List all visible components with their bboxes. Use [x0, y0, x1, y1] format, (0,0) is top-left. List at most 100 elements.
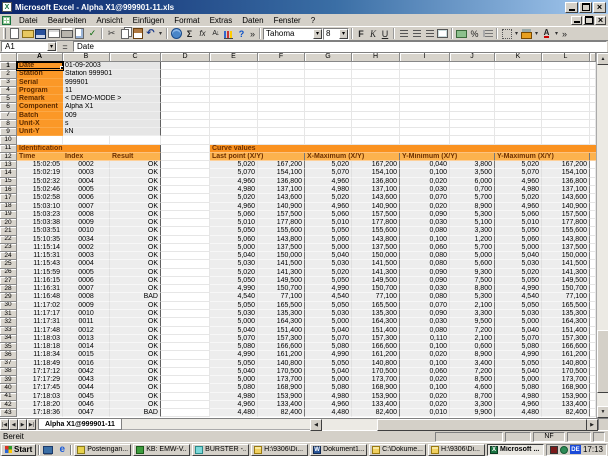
cell-I15[interactable]: 0,020 — [400, 178, 450, 186]
cell-F42[interactable]: 133,400 — [258, 401, 305, 409]
cell-J10[interactable] — [450, 136, 495, 144]
cell-A10[interactable] — [17, 136, 63, 144]
cell-D4[interactable] — [161, 87, 210, 95]
cell-C32[interactable]: OK — [110, 318, 161, 326]
cell-I41[interactable]: 0,020 — [400, 393, 450, 401]
cell-B40[interactable]: 0044 — [63, 384, 110, 392]
cell-H23[interactable]: 137,500 — [352, 244, 400, 252]
cell-F37[interactable]: 140,800 — [258, 360, 305, 368]
doc-restore-button[interactable] — [583, 16, 594, 25]
cell-G22[interactable]: 5,060 — [305, 236, 352, 244]
cell-F31[interactable]: 135,300 — [258, 310, 305, 318]
cell-G3[interactable] — [305, 79, 352, 87]
cell-J43[interactable]: 9,900 — [450, 409, 495, 417]
cell-D37[interactable] — [161, 360, 210, 368]
cell-D31[interactable] — [161, 310, 210, 318]
cell-D7[interactable] — [161, 112, 210, 120]
cell-E17[interactable]: 5,020 — [210, 194, 258, 202]
font-name-select[interactable]: Tahoma ▾ — [263, 28, 323, 40]
cell-H8[interactable] — [352, 120, 400, 128]
cell-E34[interactable]: 5,070 — [210, 335, 258, 343]
cell-H9[interactable] — [352, 128, 400, 136]
cell-L32[interactable]: 164,300 — [542, 318, 590, 326]
cell-B25[interactable]: 0004 — [63, 260, 110, 268]
cell-L36[interactable]: 161,200 — [542, 351, 590, 359]
cell-F14[interactable]: 154,100 — [258, 169, 305, 177]
cell-B10[interactable] — [63, 136, 110, 144]
align-left-icon[interactable] — [397, 27, 410, 40]
row-header-28[interactable]: 28 — [0, 285, 17, 293]
cell-B2[interactable]: Station 999901 — [63, 70, 161, 78]
cell-L33[interactable]: 151,400 — [542, 327, 590, 335]
cell-A29[interactable]: 11:16:48 — [17, 293, 63, 301]
menu-ansicht[interactable]: Ansicht — [91, 15, 127, 26]
cell-B26[interactable]: 0005 — [63, 269, 110, 277]
cell-H22[interactable]: 143,800 — [352, 236, 400, 244]
cell-L34[interactable]: 157,300 — [542, 335, 590, 343]
row-header-42[interactable]: 42 — [0, 401, 17, 409]
cell-L23[interactable]: 137,500 — [542, 244, 590, 252]
cell-C26[interactable]: OK — [110, 269, 161, 277]
cell-B37[interactable]: 0016 — [63, 360, 110, 368]
mail-icon[interactable] — [47, 27, 60, 40]
cell-E21[interactable]: 5,050 — [210, 227, 258, 235]
cell-I8[interactable] — [400, 120, 450, 128]
cell-D25[interactable] — [161, 260, 210, 268]
cell-J35[interactable]: 0,600 — [450, 343, 495, 351]
cell-L29[interactable]: 77,100 — [542, 293, 590, 301]
paste-icon[interactable] — [131, 27, 144, 40]
vertical-scrollbar-thumb[interactable] — [597, 330, 608, 393]
row-header-22[interactable]: 22 — [0, 236, 17, 244]
cell-H2[interactable] — [352, 70, 400, 78]
cell-G23[interactable]: 5,000 — [305, 244, 352, 252]
cut-icon[interactable] — [105, 27, 118, 40]
cell-B9[interactable]: kN — [63, 128, 161, 136]
column-header-E[interactable]: E — [210, 53, 258, 62]
cell-B5[interactable]: < DEMO-MODE > — [63, 95, 161, 103]
cell-D15[interactable] — [161, 178, 210, 186]
cell-H27[interactable]: 149,500 — [352, 277, 400, 285]
vertical-scrollbar[interactable]: ▲ ▼ — [596, 53, 608, 418]
cell-E32[interactable]: 5,000 — [210, 318, 258, 326]
cell-E6[interactable] — [210, 103, 258, 111]
cell-E9[interactable] — [210, 128, 258, 136]
cell-K4[interactable] — [495, 87, 542, 95]
copy-icon[interactable] — [118, 27, 131, 40]
cell-F15[interactable]: 136,800 — [258, 178, 305, 186]
cell-F25[interactable]: 141,500 — [258, 260, 305, 268]
cell-D11[interactable] — [161, 145, 210, 153]
cell-C42[interactable]: OK — [110, 401, 161, 409]
row-header-2[interactable]: 2 — [0, 70, 17, 78]
cell-B34[interactable]: 0013 — [63, 335, 110, 343]
cell-H25[interactable]: 141,500 — [352, 260, 400, 268]
cell-B38[interactable]: 0042 — [63, 368, 110, 376]
cell-L26[interactable]: 141,300 — [542, 269, 590, 277]
cell-L38[interactable]: 170,500 — [542, 368, 590, 376]
align-center-icon[interactable] — [410, 27, 423, 40]
cell-B32[interactable]: 0011 — [63, 318, 110, 326]
cell-J39[interactable]: 8,500 — [450, 376, 495, 384]
doc-minimize-button[interactable] — [571, 16, 582, 25]
cell-I43[interactable]: 0,010 — [400, 409, 450, 417]
cell-C14[interactable]: OK — [110, 169, 161, 177]
cell-L1[interactable] — [542, 62, 590, 70]
cell-G33[interactable]: 5,040 — [305, 327, 352, 335]
cell-E3[interactable] — [210, 79, 258, 87]
row-header-4[interactable]: 4 — [0, 87, 17, 95]
cell-K30[interactable]: 5,050 — [495, 302, 542, 310]
cell-C37[interactable]: OK — [110, 360, 161, 368]
cell-H21[interactable]: 155,600 — [352, 227, 400, 235]
cell-K40[interactable]: 5,080 — [495, 384, 542, 392]
cell-A22[interactable]: 15:10:35 — [17, 236, 63, 244]
header-curve-0[interactable]: Last point (X/Y) — [210, 153, 305, 161]
cell-E15[interactable]: 4,960 — [210, 178, 258, 186]
row-header-18[interactable]: 18 — [0, 203, 17, 211]
cell-K5[interactable] — [495, 95, 542, 103]
cell-C28[interactable]: OK — [110, 285, 161, 293]
cell-D42[interactable] — [161, 401, 210, 409]
cell-B43[interactable]: 0047 — [63, 409, 110, 417]
row-header-27[interactable]: 27 — [0, 277, 17, 285]
cell-L10[interactable] — [542, 136, 590, 144]
cell-F9[interactable] — [258, 128, 305, 136]
cell-J4[interactable] — [450, 87, 495, 95]
